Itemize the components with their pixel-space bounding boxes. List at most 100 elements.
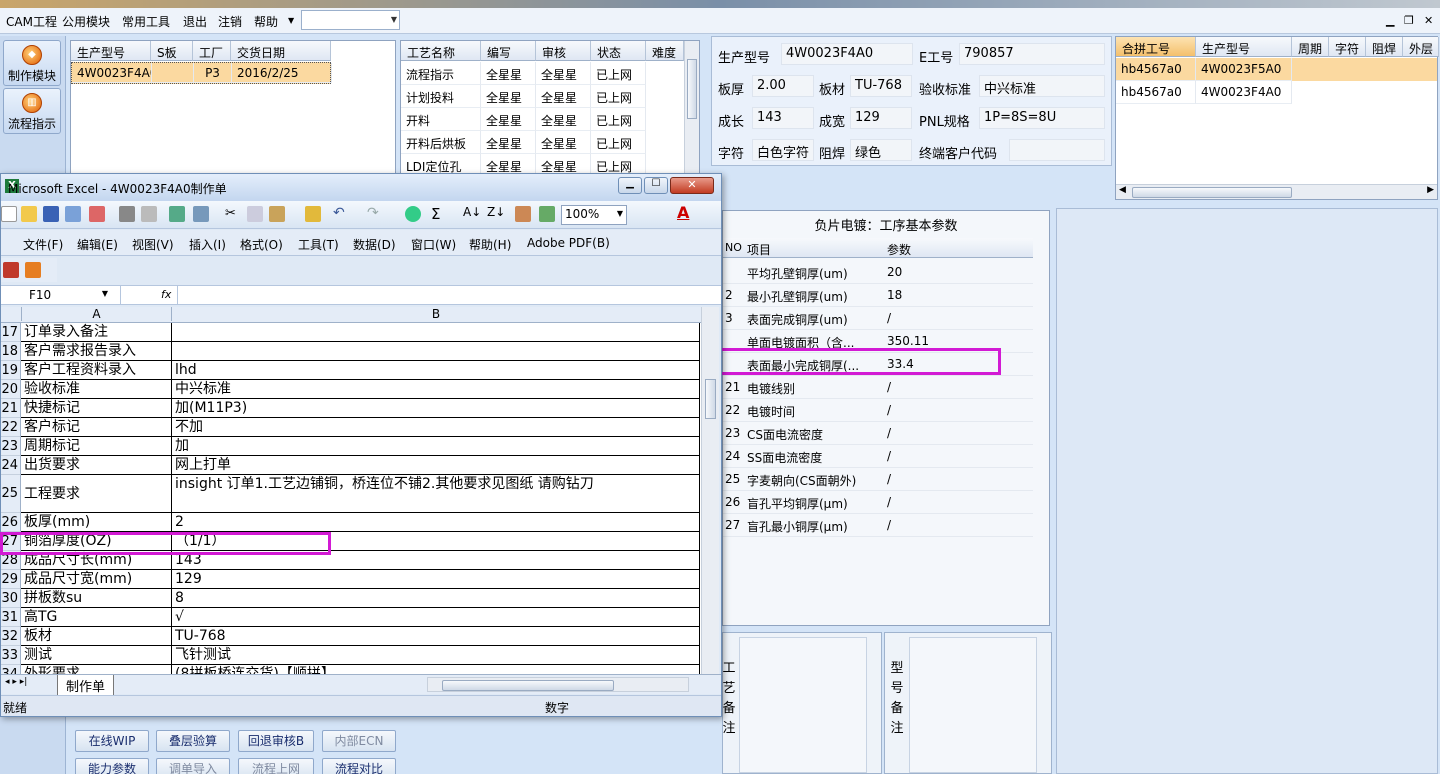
menu-cam[interactable]: CAM工程 bbox=[6, 13, 57, 30]
cell-a[interactable]: 高TG bbox=[21, 608, 172, 627]
table-row[interactable]: 21 电镀线别 / bbox=[723, 376, 1033, 399]
pdf-create-icon[interactable] bbox=[3, 262, 19, 278]
cell[interactable]: 开料 bbox=[401, 108, 481, 131]
save-icon[interactable] bbox=[43, 206, 59, 222]
col-header[interactable]: NO bbox=[725, 241, 742, 254]
preview-icon[interactable] bbox=[141, 206, 157, 222]
col-header[interactable]: 状态 bbox=[591, 41, 646, 61]
row-header[interactable]: 32 bbox=[1, 627, 21, 646]
tab-make-sheet[interactable]: 制作单 bbox=[57, 675, 115, 697]
excel-menu-pdf[interactable]: Adobe PDF(B) bbox=[527, 236, 610, 250]
online-wip-button[interactable]: 在线WIP bbox=[75, 730, 149, 752]
pnl-field[interactable]: 1P=8S=8U bbox=[979, 107, 1105, 129]
cell-b[interactable]: 网上打单 bbox=[172, 456, 700, 475]
cell[interactable]: 全星星 bbox=[536, 108, 591, 131]
cell[interactable]: 已上网 bbox=[591, 131, 646, 154]
cell-b[interactable]: 2 bbox=[172, 513, 700, 532]
import-button[interactable]: 调单导入 bbox=[156, 758, 230, 774]
length-field[interactable]: 143 bbox=[752, 107, 814, 129]
row-header[interactable]: 24 bbox=[1, 456, 21, 475]
col-header[interactable]: 生产型号 bbox=[1196, 37, 1292, 57]
scroll-left-icon[interactable]: ◀ bbox=[1119, 185, 1126, 195]
cell-b[interactable]: TU-768 bbox=[172, 627, 700, 646]
process-guide-button[interactable]: ▥ 流程指示 bbox=[3, 88, 61, 134]
cell-a[interactable]: 外形要求 bbox=[21, 665, 172, 674]
menu-public[interactable]: 公用模块 bbox=[62, 13, 110, 30]
cell-b[interactable]: insight 订单1.工艺边铺铜，桥连位不铺2.其他要求见图纸 请购钻刀 bbox=[172, 475, 700, 513]
col-header[interactable]: S板 bbox=[151, 41, 193, 61]
table-row[interactable]: 25 字麦朝向(CS面朝外) / bbox=[723, 468, 1033, 491]
hyperlink-icon[interactable] bbox=[405, 206, 421, 222]
row-header[interactable]: 30 bbox=[1, 589, 21, 608]
table-row[interactable]: 24 SS面电流密度 / bbox=[723, 445, 1033, 468]
row-header[interactable]: 18 bbox=[1, 342, 21, 361]
col-header[interactable]: 参数 bbox=[887, 241, 911, 258]
scroll-thumb[interactable] bbox=[442, 680, 614, 691]
col-header[interactable]: 生产型号 bbox=[71, 41, 151, 61]
cell-a[interactable]: 板材 bbox=[21, 627, 172, 646]
sort-asc-icon[interactable]: A↓ bbox=[463, 205, 481, 219]
row-header[interactable]: 26 bbox=[1, 513, 21, 532]
cell[interactable]: 全星星 bbox=[481, 62, 536, 85]
row-header[interactable]: 23 bbox=[1, 437, 21, 456]
col-header[interactable]: 交货日期 bbox=[231, 41, 331, 61]
internal-ecn-button[interactable]: 内部ECN bbox=[322, 730, 396, 752]
excel-close-icon[interactable]: ✕ bbox=[670, 177, 714, 194]
spelling-icon[interactable] bbox=[169, 206, 185, 222]
sheet-vscroll[interactable] bbox=[701, 307, 719, 674]
sheet-hscroll[interactable] bbox=[427, 677, 689, 692]
minimize-icon[interactable]: ▁ bbox=[1386, 14, 1394, 27]
drawing-icon[interactable] bbox=[539, 206, 555, 222]
excel-menu-insert[interactable]: 插入(I) bbox=[189, 236, 226, 253]
cell[interactable]: 全星星 bbox=[481, 85, 536, 108]
cell[interactable]: 开料后烘板 bbox=[401, 131, 481, 154]
cell-b[interactable]: 加 bbox=[172, 437, 700, 456]
menu-exit[interactable]: 退出 bbox=[183, 13, 207, 30]
row-header[interactable]: 34 bbox=[1, 665, 21, 674]
row-header[interactable]: 17 bbox=[1, 323, 21, 342]
scroll-thumb[interactable] bbox=[687, 59, 697, 119]
col-header[interactable]: 编写 bbox=[481, 41, 536, 61]
e-number-field[interactable]: 790857 bbox=[959, 43, 1105, 65]
menu-help[interactable]: 帮助 bbox=[254, 13, 278, 30]
standard-field[interactable]: 中兴标准 bbox=[979, 75, 1105, 97]
cell-a[interactable]: 验收标准 bbox=[21, 380, 172, 399]
cell-a[interactable]: 订单录入备注 bbox=[21, 323, 172, 342]
excel-menu-data[interactable]: 数据(D) bbox=[353, 236, 396, 253]
excel-minimize-icon[interactable]: ▁ bbox=[618, 177, 642, 194]
mask-field[interactable]: 绿色 bbox=[850, 139, 912, 161]
cell[interactable]: 4W0023F4A0 bbox=[1196, 81, 1292, 104]
model-remark-field[interactable] bbox=[909, 637, 1037, 773]
row-header[interactable]: 31 bbox=[1, 608, 21, 627]
upload-button[interactable]: 流程上网 bbox=[238, 758, 314, 774]
table-row[interactable]: 26 盲孔平均铜厚(μm) / bbox=[723, 491, 1033, 514]
customer-code-field[interactable] bbox=[1009, 139, 1105, 161]
cell[interactable]: 计划投料 bbox=[401, 85, 481, 108]
font-color-icon[interactable]: A bbox=[677, 203, 689, 222]
col-header[interactable]: 工厂 bbox=[193, 41, 231, 61]
row-header[interactable]: 29 bbox=[1, 570, 21, 589]
cell-b[interactable]: 不加 bbox=[172, 418, 700, 437]
cell[interactable]: 已上网 bbox=[591, 85, 646, 108]
research-icon[interactable] bbox=[193, 206, 209, 222]
cell-a[interactable]: 周期标记 bbox=[21, 437, 172, 456]
process-remark-field[interactable] bbox=[739, 637, 867, 773]
email-icon[interactable] bbox=[89, 206, 105, 222]
col-header[interactable]: 工艺名称 bbox=[401, 41, 481, 61]
excel-maximize-icon[interactable]: ☐ bbox=[644, 177, 668, 194]
col-header[interactable]: 合拼工号 bbox=[1116, 37, 1196, 57]
excel-menu-format[interactable]: 格式(O) bbox=[240, 236, 283, 253]
make-module-button[interactable]: ◆ 制作模块 bbox=[3, 40, 61, 86]
row-header[interactable]: 20 bbox=[1, 380, 21, 399]
row-header[interactable]: 22 bbox=[1, 418, 21, 437]
paste-icon[interactable] bbox=[269, 206, 285, 222]
cell[interactable]: 已上网 bbox=[591, 62, 646, 85]
cell[interactable]: 全星星 bbox=[481, 108, 536, 131]
thickness-field[interactable]: 2.00 bbox=[752, 75, 814, 97]
cell-b[interactable]: 中兴标准 bbox=[172, 380, 700, 399]
material-field[interactable]: TU-768 bbox=[850, 75, 912, 97]
cell-b[interactable]: (8拼板桥连交货)【顺拼】 bbox=[172, 665, 700, 674]
col-header[interactable]: 阻焊 bbox=[1366, 37, 1403, 57]
format-painter-icon[interactable] bbox=[305, 206, 321, 222]
cell-b[interactable]: lhd bbox=[172, 361, 700, 380]
